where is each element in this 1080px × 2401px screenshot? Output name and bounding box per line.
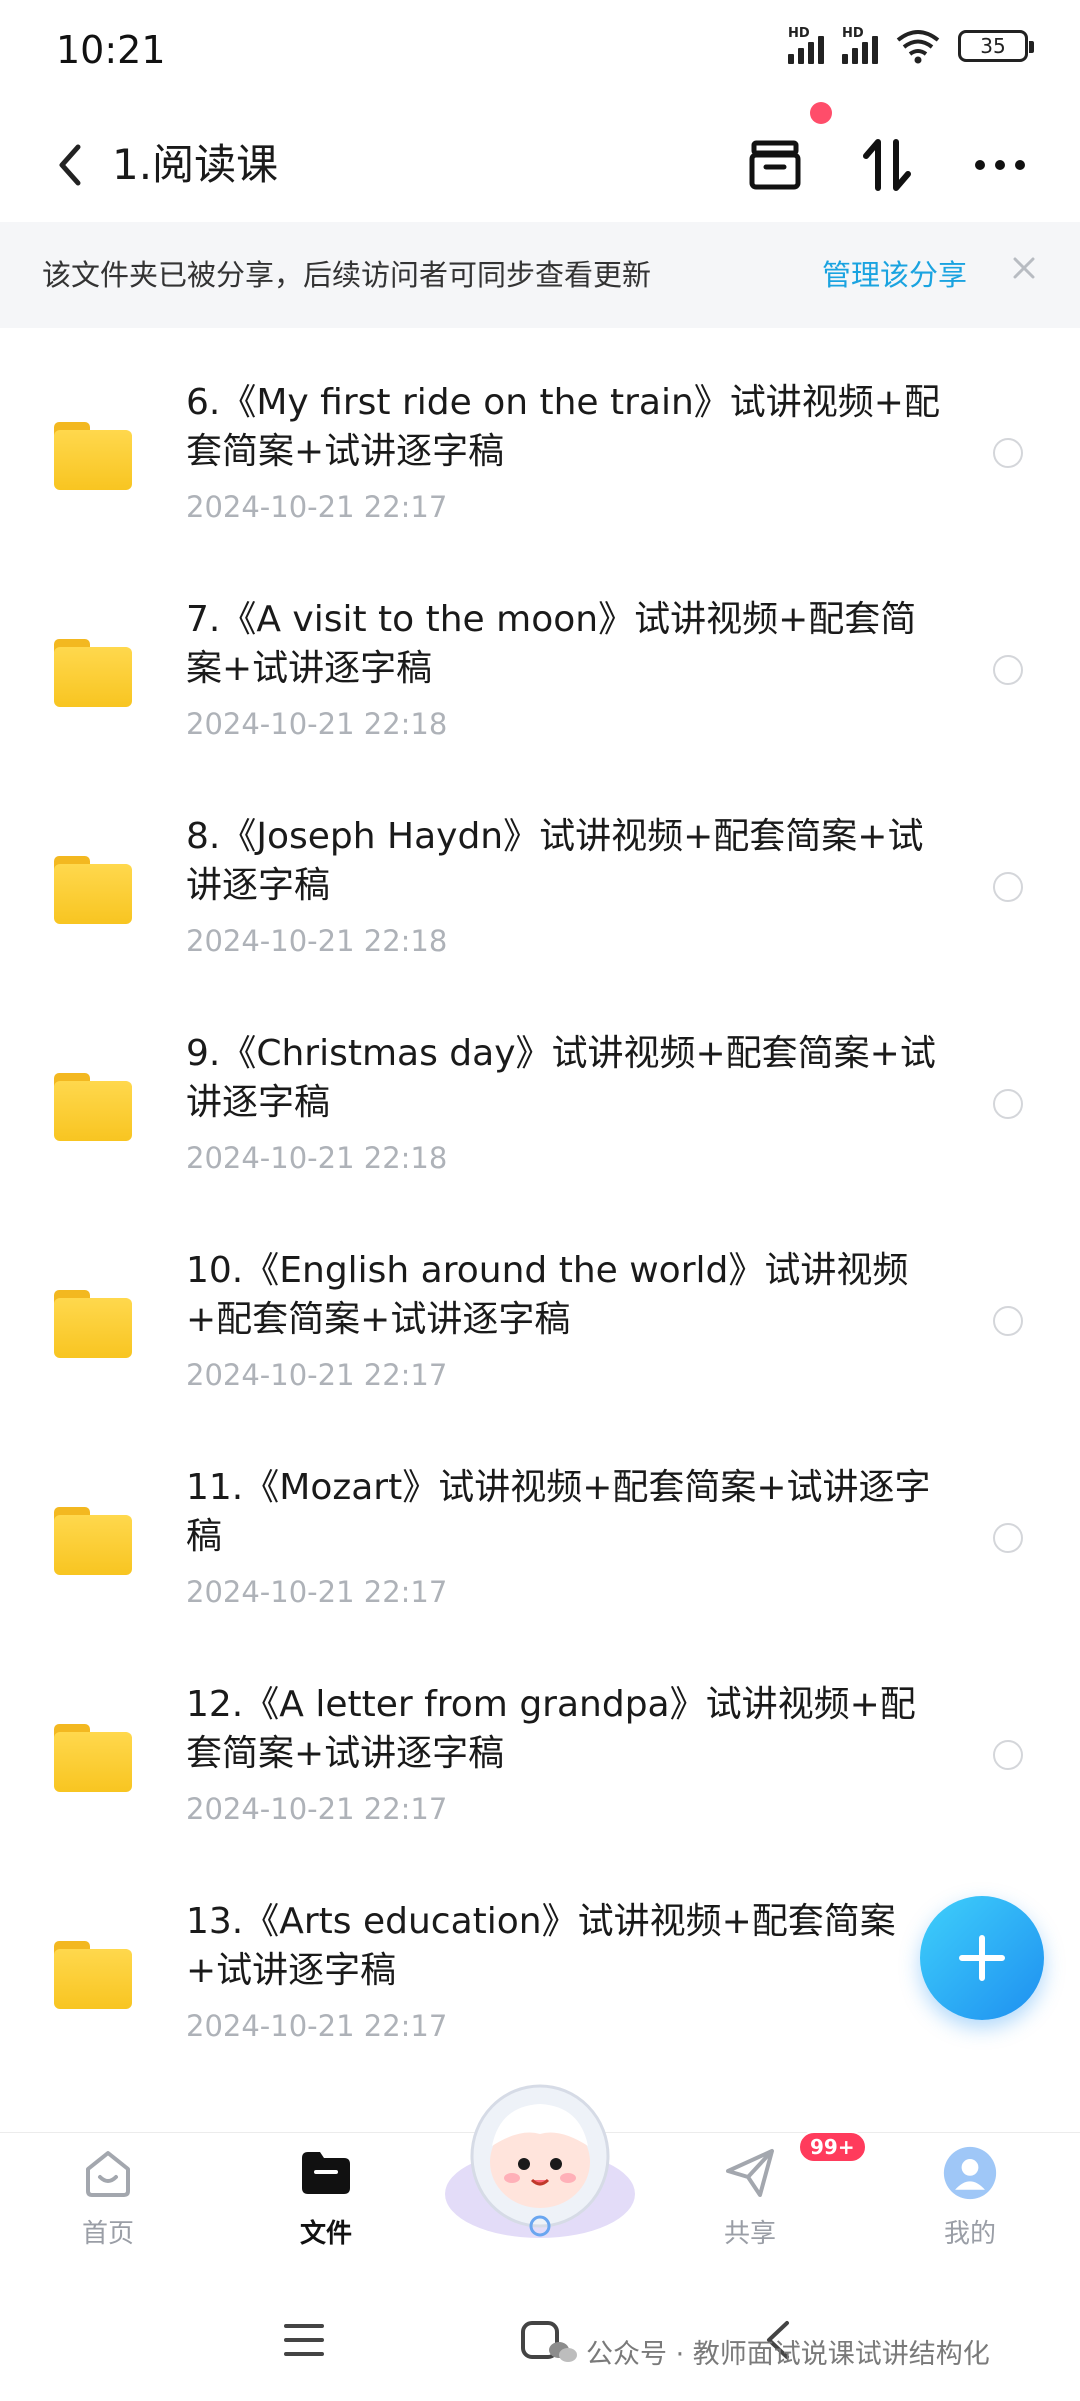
folder-icon (54, 1073, 132, 1141)
nav-mine[interactable]: 我的 (910, 2145, 1030, 2250)
list-item[interactable]: 11.《Mozart》试讲视频+配套简案+试讲逐字稿 2024-10-21 22… (0, 1415, 1080, 1632)
list-item[interactable]: 13.《Arts education》试讲视频+配套简案+试讲逐字稿 2024-… (0, 1849, 1080, 2066)
nav-home[interactable]: 首页 (48, 2145, 168, 2250)
file-name: 7.《A visit to the moon》试讲视频+配套简案+试讲逐字稿 (186, 599, 917, 689)
menu-icon (284, 2324, 324, 2356)
sort-button[interactable] (852, 130, 922, 200)
archive-icon (749, 140, 801, 190)
select-radio[interactable] (993, 655, 1023, 685)
title-bar: 1.阅读课 (0, 110, 1080, 220)
wechat-icon (549, 2341, 577, 2362)
share-notice: 该文件夹已被分享，后续访问者可同步查看更新 管理该分享 (0, 222, 1080, 328)
wifi-icon (896, 30, 940, 64)
file-name: 8.《Joseph Haydn》试讲视频+配套简案+试讲逐字稿 (186, 816, 924, 906)
battery-icon: 35 (958, 30, 1034, 62)
page-title: 1.阅读课 (112, 140, 279, 189)
sort-icon (863, 139, 911, 191)
list-item[interactable]: 12.《A letter from grandpa》试讲视频+配套简案+试讲逐字… (0, 1632, 1080, 1849)
plus-icon (959, 1935, 1005, 1981)
nav-share[interactable]: 99+ 共享 (690, 2131, 867, 2250)
file-name: 6.《My first ride on the train》试讲视频+配套简案+… (186, 382, 940, 472)
file-date: 2024-10-21 22:18 (186, 924, 448, 958)
file-date: 2024-10-21 22:17 (186, 490, 448, 524)
file-date: 2024-10-21 22:18 (186, 707, 448, 741)
close-notice-button[interactable] (1004, 248, 1044, 288)
archive-button[interactable] (740, 130, 810, 200)
folder-icon (54, 639, 132, 707)
select-radio[interactable] (993, 1740, 1023, 1770)
list-item[interactable]: 10.《English around the world》试讲视频+配套简案+试… (0, 1198, 1080, 1415)
folder-icon (54, 1941, 132, 2009)
chevron-left-icon (59, 144, 81, 186)
folder-icon (54, 856, 132, 924)
select-radio[interactable] (993, 1523, 1023, 1553)
select-radio[interactable] (993, 1089, 1023, 1119)
list-item[interactable]: 6.《My first ride on the train》试讲视频+配套简案+… (0, 330, 1080, 547)
file-date: 2024-10-21 22:18 (186, 1141, 448, 1175)
folder-icon (54, 422, 132, 490)
file-name: 12.《A letter from grandpa》试讲视频+配套简案+试讲逐字… (186, 1684, 916, 1774)
list-item[interactable]: 9.《Christmas day》试讲视频+配套简案+试讲逐字稿 2024-10… (0, 981, 1080, 1198)
status-time: 10:21 (56, 28, 166, 72)
back-button[interactable] (40, 130, 100, 200)
list-item[interactable]: 7.《A visit to the moon》试讲视频+配套简案+试讲逐字稿 2… (0, 547, 1080, 764)
select-radio[interactable] (993, 872, 1023, 902)
nav-home-label: 首页 (81, 2219, 134, 2249)
signal-icon-2: HD (842, 26, 878, 64)
avatar-icon (943, 2146, 997, 2200)
manage-share-link[interactable]: 管理该分享 (822, 252, 967, 294)
nav-mine-label: 我的 (943, 2219, 996, 2249)
send-icon (726, 2149, 774, 2197)
folder-icon (54, 1507, 132, 1575)
nav-files-label: 文件 (299, 2219, 352, 2249)
file-date: 2024-10-21 22:17 (186, 2009, 448, 2043)
file-date: 2024-10-21 22:17 (186, 1358, 448, 1392)
close-icon (1013, 257, 1035, 279)
folder-icon (54, 1290, 132, 1358)
file-date: 2024-10-21 22:17 (186, 1792, 448, 1826)
select-radio[interactable] (993, 438, 1023, 468)
watermark: 公众号 · 教师面试说课试讲结构化 (548, 2332, 990, 2371)
select-radio[interactable] (993, 1306, 1023, 1336)
file-date: 2024-10-21 22:17 (186, 1575, 448, 1609)
file-name: 9.《Christmas day》试讲视频+配套简案+试讲逐字稿 (186, 1033, 936, 1123)
status-bar: 10:21 HD HD 35 (0, 0, 1080, 100)
list-item[interactable]: 8.《Joseph Haydn》试讲视频+配套简案+试讲逐字稿 2024-10-… (0, 764, 1080, 981)
notification-dot (810, 102, 832, 124)
watermark-text: 公众号 · 教师面试说课试讲结构化 (586, 2339, 990, 2370)
nav-files[interactable]: 文件 (266, 2145, 386, 2250)
folder-icon (54, 1724, 132, 1792)
recent-apps-button[interactable] (274, 2310, 334, 2370)
signal-icon: HD (788, 26, 824, 64)
share-badge: 99+ (798, 2131, 867, 2163)
home-icon (86, 2151, 130, 2197)
file-name: 13.《Arts education》试讲视频+配套简案+试讲逐字稿 (186, 1901, 896, 1991)
mascot-icon[interactable] (440, 2076, 640, 2246)
folder-nav-icon (302, 2152, 350, 2194)
add-button[interactable] (920, 1896, 1044, 2020)
system-nav: 公众号 · 教师面试说课试讲结构化 (0, 2290, 1080, 2401)
file-name: 11.《Mozart》试讲视频+配套简案+试讲逐字稿 (186, 1467, 931, 1557)
more-icon (975, 160, 1025, 170)
nav-share-label: 共享 (723, 2219, 776, 2249)
status-icons: HD HD 35 (788, 26, 1034, 64)
share-notice-text: 该文件夹已被分享，后续访问者可同步查看更新 (42, 258, 652, 292)
file-name: 10.《English around the world》试讲视频+配套简案+试… (186, 1250, 909, 1340)
more-button[interactable] (965, 130, 1035, 200)
